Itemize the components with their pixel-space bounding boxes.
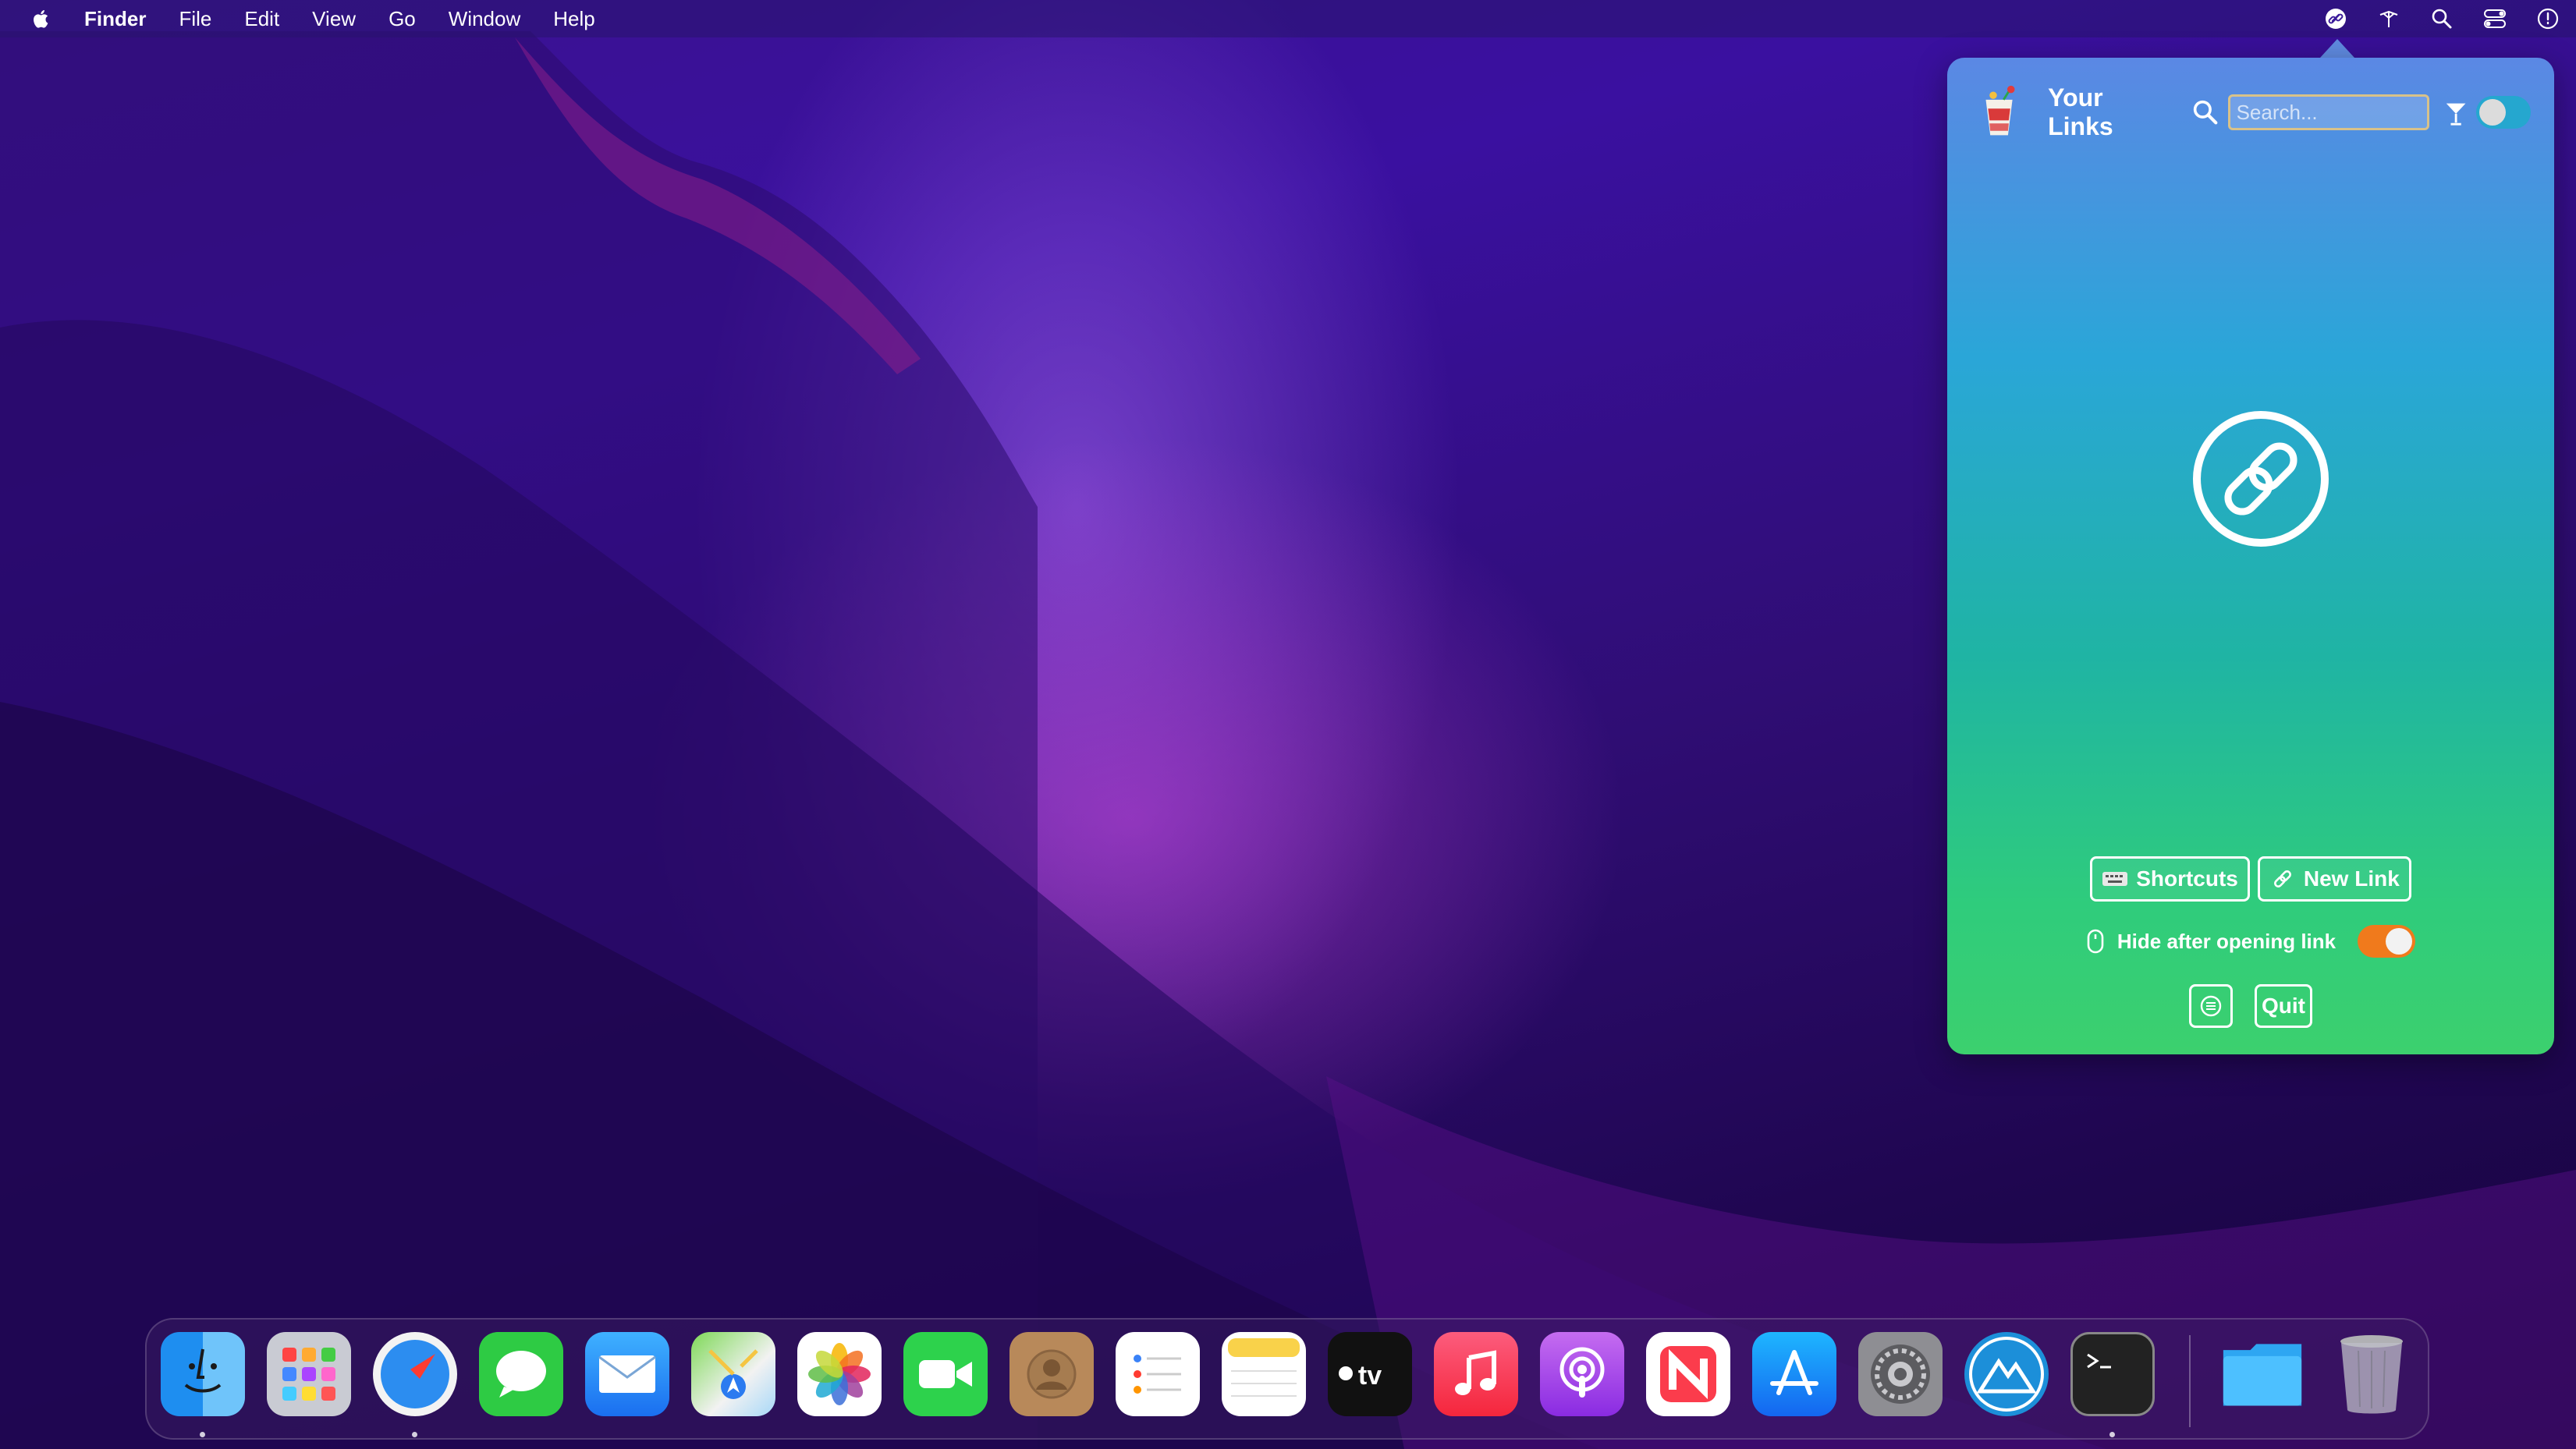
hide-after-toggle[interactable] — [2358, 925, 2416, 958]
hide-after-label: Hide after opening link — [2117, 929, 2336, 953]
shortcuts-button[interactable]: Shortcuts — [2090, 856, 2250, 902]
filter-toggle[interactable] — [2475, 96, 2531, 129]
dock-app-store-icon[interactable] — [1752, 1332, 1836, 1416]
toggle-knob — [2478, 99, 2506, 126]
dock-reminders-icon[interactable] — [1116, 1332, 1200, 1416]
menu-go[interactable]: Go — [389, 7, 416, 31]
link-icon — [2269, 866, 2296, 892]
dock-mail-icon[interactable] — [585, 1332, 669, 1416]
dock-music-icon[interactable] — [1434, 1332, 1518, 1416]
apple-menu-icon[interactable] — [30, 7, 53, 30]
drink-logo-icon — [1985, 85, 2015, 136]
search-input[interactable] — [2227, 94, 2429, 130]
empty-state-link-icon — [2193, 411, 2329, 547]
popover-caret — [2320, 39, 2354, 58]
mouse-icon — [2087, 929, 2104, 954]
dock-trash-icon[interactable] — [2329, 1332, 2414, 1416]
dock-tv-icon[interactable]: tv — [1328, 1332, 1412, 1416]
running-indicator — [200, 1432, 205, 1437]
dock-contacts-icon[interactable] — [1009, 1332, 1094, 1416]
dock-photos-icon[interactable] — [797, 1332, 882, 1416]
menu-view[interactable]: View — [312, 7, 356, 31]
control-center-icon[interactable] — [2482, 6, 2507, 31]
search-icon[interactable] — [2429, 6, 2454, 31]
dock-messages-icon[interactable] — [479, 1332, 563, 1416]
dock-podcasts-icon[interactable] — [1540, 1332, 1624, 1416]
dock-system-preferences-icon[interactable] — [1858, 1332, 1943, 1416]
menu-app-name[interactable]: Finder — [84, 7, 146, 31]
shortcuts-label: Shortcuts — [2136, 866, 2238, 891]
dock-safari-icon[interactable] — [373, 1332, 457, 1416]
menu-help[interactable]: Help — [553, 7, 594, 31]
dock-maps-icon[interactable] — [691, 1332, 775, 1416]
dock-notes-icon[interactable] — [1222, 1332, 1306, 1416]
menu-file[interactable]: File — [179, 7, 211, 31]
list-circle-icon — [2200, 995, 2222, 1017]
popover-header: Your Links — [1978, 81, 2531, 143]
menu-bar: Finder File Edit View Go Window Help — [0, 0, 2576, 37]
cocktail-filter-icon[interactable] — [2443, 97, 2468, 128]
status-area — [2323, 0, 2560, 37]
link-icon[interactable] — [2323, 6, 2348, 31]
siri-icon[interactable] — [2535, 6, 2560, 31]
dock-finder-icon[interactable] — [161, 1332, 245, 1416]
links-popover: Your Links Shortcuts New Link — [1947, 58, 2554, 1054]
dock-artstudio-icon[interactable] — [1964, 1332, 2049, 1416]
popover-title: Your Links — [2048, 83, 2113, 140]
running-indicator — [2109, 1432, 2115, 1437]
bottom-buttons: Quit — [1947, 984, 2554, 1028]
dock-terminal-icon[interactable] — [2070, 1332, 2155, 1416]
running-indicator — [412, 1432, 417, 1437]
dock-news-icon[interactable] — [1646, 1332, 1730, 1416]
hide-after-row: Hide after opening link — [1947, 925, 2554, 958]
new-link-button[interactable]: New Link — [2257, 856, 2411, 902]
menu-window[interactable]: Window — [449, 7, 520, 31]
svg-text:tv: tv — [1358, 1361, 1382, 1391]
action-buttons: Shortcuts New Link — [1947, 856, 2554, 902]
quit-button[interactable]: Quit — [2255, 984, 2312, 1028]
dock-downloads-folder-icon[interactable] — [2220, 1332, 2305, 1416]
dock-launchpad-icon[interactable] — [267, 1332, 351, 1416]
dock-facetime-icon[interactable] — [903, 1332, 988, 1416]
menu-edit[interactable]: Edit — [244, 7, 279, 31]
new-link-label: New Link — [2303, 866, 2400, 891]
dock-separator — [2189, 1335, 2191, 1427]
toggle-knob — [2386, 928, 2413, 955]
menu-button[interactable] — [2189, 984, 2233, 1028]
search-icon[interactable] — [2191, 97, 2220, 128]
keyboard-icon — [2102, 866, 2128, 892]
bluetooth-icon[interactable] — [2376, 6, 2401, 31]
